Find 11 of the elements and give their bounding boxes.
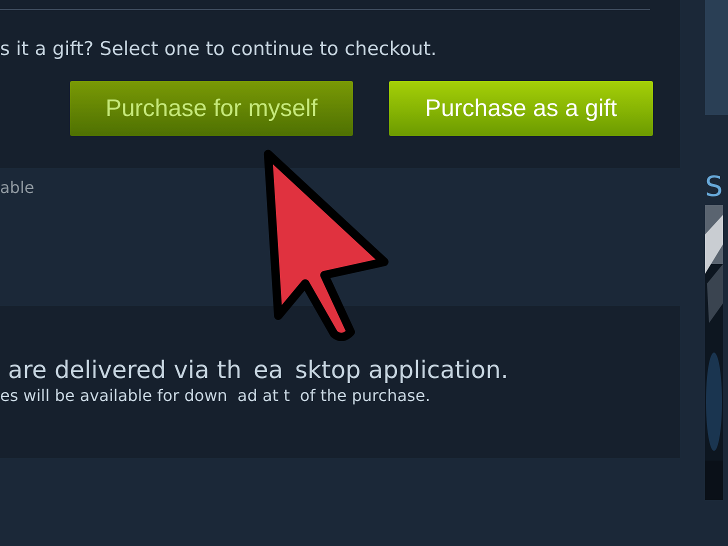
delivery-text: ea [254, 356, 284, 384]
side-heading: S [705, 170, 723, 203]
download-text: of the purchase. [300, 386, 430, 405]
purchase-myself-button[interactable]: Purchase for myself [70, 81, 353, 136]
delivery-text: sktop application. [295, 356, 508, 384]
purchase-gift-button[interactable]: Purchase as a gift [389, 81, 653, 136]
download-text: es will be available for down [0, 386, 228, 405]
checkout-prompt: s it a gift? Select one to continue to checkout. [0, 38, 438, 60]
availability-text: able [0, 178, 34, 197]
delivery-text: are delivered via th [8, 356, 242, 384]
download-text: ad at t [237, 386, 290, 405]
